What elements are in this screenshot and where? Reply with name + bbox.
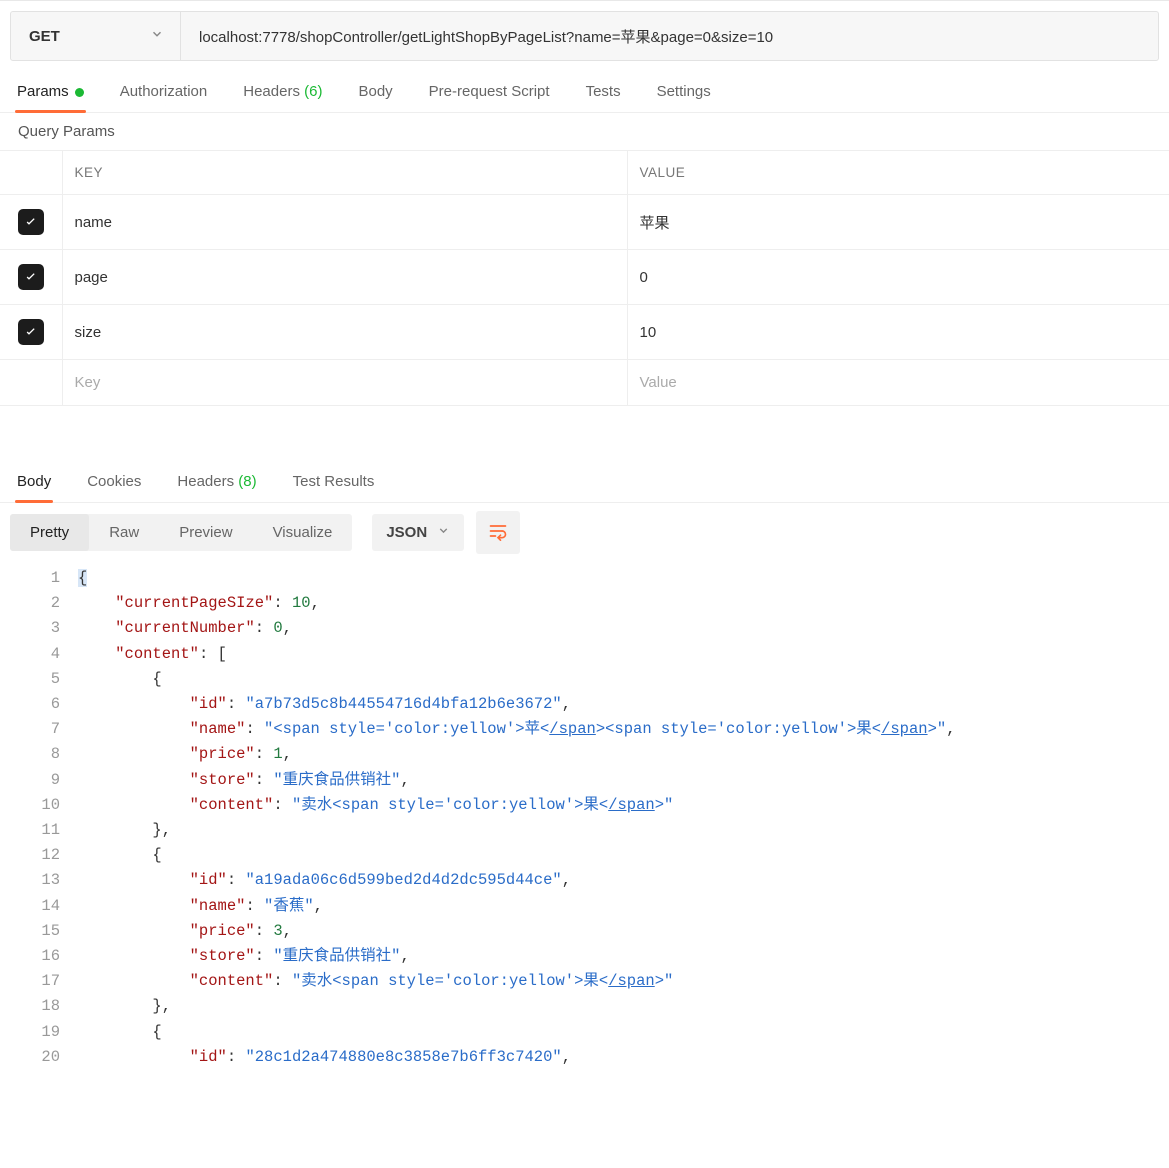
tab-cookies[interactable]: Cookies — [85, 461, 143, 502]
param-enabled-checkbox[interactable] — [18, 319, 44, 345]
tab-params-label: Params — [17, 83, 69, 100]
tab-headers[interactable]: Headers (6) — [241, 71, 324, 112]
params-active-dot-icon — [75, 88, 84, 97]
param-key-cell[interactable]: name — [62, 195, 627, 250]
param-enabled-checkbox[interactable] — [18, 209, 44, 235]
query-params-table: KEY VALUE name 苹果 page 0 size 10 Key Val… — [0, 150, 1169, 406]
table-row-new: Key Value — [0, 360, 1169, 406]
code-content: { "currentPageSIze": 10, "currentNumber"… — [78, 566, 1169, 1070]
tab-params[interactable]: Params — [15, 71, 86, 112]
table-row: size 10 — [0, 305, 1169, 360]
param-value-cell[interactable]: 苹果 — [627, 195, 1169, 250]
table-row: page 0 — [0, 250, 1169, 305]
format-pretty[interactable]: Pretty — [10, 514, 89, 551]
param-enabled-checkbox[interactable] — [18, 264, 44, 290]
response-tabs: Body Cookies Headers (8) Test Results — [0, 461, 1169, 503]
tab-authorization[interactable]: Authorization — [118, 71, 210, 112]
format-tabs: Pretty Raw Preview Visualize — [10, 514, 352, 551]
format-visualize[interactable]: Visualize — [253, 514, 353, 551]
request-url-bar: GET localhost:7778/shopController/getLig… — [10, 11, 1159, 61]
query-params-label: Query Params — [0, 113, 1169, 150]
column-header-key: KEY — [62, 151, 627, 195]
request-tabs: Params Authorization Headers (6) Body Pr… — [0, 71, 1169, 113]
tab-test-results[interactable]: Test Results — [291, 461, 377, 502]
chevron-down-icon — [437, 524, 450, 541]
format-bar: Pretty Raw Preview Visualize JSON — [0, 503, 1169, 562]
param-value-cell[interactable]: 0 — [627, 250, 1169, 305]
body-type-selector[interactable]: JSON — [372, 514, 464, 551]
tab-tests[interactable]: Tests — [584, 71, 623, 112]
tab-prerequest[interactable]: Pre-request Script — [427, 71, 552, 112]
wrap-lines-button[interactable] — [476, 511, 520, 554]
http-method-selector[interactable]: GET — [11, 12, 181, 60]
param-value-cell[interactable]: 10 — [627, 305, 1169, 360]
format-preview[interactable]: Preview — [159, 514, 252, 551]
param-key-cell[interactable]: page — [62, 250, 627, 305]
param-key-placeholder[interactable]: Key — [62, 360, 627, 406]
line-number-gutter: 1234567891011121314151617181920 — [0, 566, 78, 1070]
url-input[interactable]: localhost:7778/shopController/getLightSh… — [181, 12, 1158, 60]
http-method-value: GET — [29, 28, 60, 45]
tab-response-headers[interactable]: Headers (8) — [175, 461, 258, 502]
param-key-cell[interactable]: size — [62, 305, 627, 360]
response-body-viewer[interactable]: 1234567891011121314151617181920 { "curre… — [0, 562, 1169, 1070]
column-header-value: VALUE — [627, 151, 1169, 195]
tab-settings[interactable]: Settings — [655, 71, 713, 112]
url-value: localhost:7778/shopController/getLightSh… — [199, 26, 773, 47]
param-value-placeholder[interactable]: Value — [627, 360, 1169, 406]
chevron-down-icon — [150, 27, 164, 45]
format-raw[interactable]: Raw — [89, 514, 159, 551]
tab-body[interactable]: Body — [356, 71, 394, 112]
tab-response-body[interactable]: Body — [15, 461, 53, 502]
table-row: name 苹果 — [0, 195, 1169, 250]
